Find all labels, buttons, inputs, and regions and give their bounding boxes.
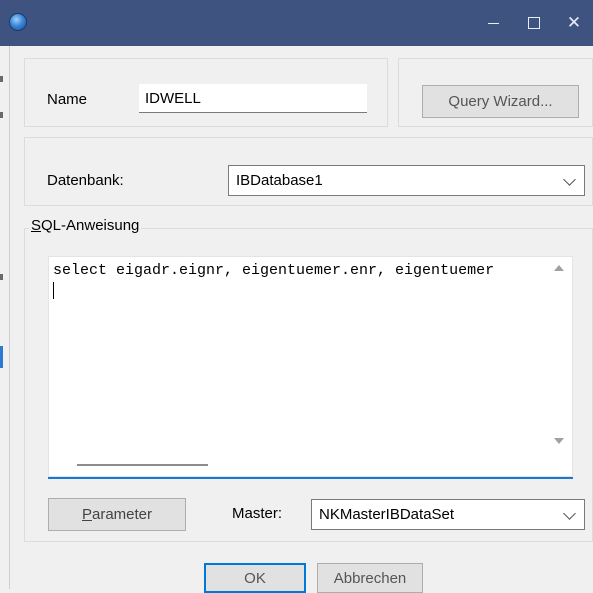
database-select-value: IBDatabase1 (236, 172, 323, 189)
sql-text: select eigadr.eignr, eigentuemer.enr, ei… (53, 262, 495, 279)
parameter-button[interactable]: Parameter (48, 498, 186, 531)
edge-marker (0, 76, 3, 82)
query-wizard-button[interactable]: Query Wizard... (422, 85, 579, 118)
parameter-label: arameter (91, 506, 153, 523)
edge-marker (0, 274, 3, 280)
scroll-down-icon[interactable] (554, 438, 564, 444)
master-select-value: NKMasterIBDataSet (319, 506, 455, 523)
sql-legend: SQL-Anweisung (29, 217, 142, 234)
name-input-value: IDWELL (145, 89, 201, 107)
text-caret (53, 282, 54, 299)
sql-legend-mnemonic: S (31, 217, 42, 234)
editor-focus-underline (48, 477, 573, 479)
close-icon: ✕ (566, 13, 582, 32)
sql-editor[interactable] (48, 256, 573, 477)
close-button[interactable]: ✕ (555, 0, 593, 46)
horizontal-scrollbar-thumb[interactable] (77, 464, 208, 466)
name-label: Name (47, 91, 88, 108)
window-edge (9, 46, 10, 589)
name-input[interactable]: IDWELL (139, 84, 367, 113)
master-label: Master: (232, 505, 283, 522)
maximize-icon (528, 17, 540, 29)
minimize-icon (487, 22, 499, 24)
chevron-down-icon (563, 506, 576, 520)
parameter-mnemonic: P (81, 506, 92, 523)
scroll-up-icon[interactable] (554, 265, 564, 271)
database-select[interactable]: IBDatabase1 (228, 165, 585, 196)
sql-legend-text: QL-Anweisung (41, 217, 140, 234)
edge-marker (0, 112, 3, 118)
minimize-button[interactable] (473, 0, 513, 46)
edge-marker-blue (0, 346, 3, 368)
app-globe-icon[interactable] (9, 13, 27, 31)
chevron-down-icon (563, 172, 576, 186)
database-label: Datenbank: (47, 172, 124, 189)
maximize-button[interactable] (514, 0, 554, 46)
master-select[interactable]: NKMasterIBDataSet (311, 499, 585, 530)
